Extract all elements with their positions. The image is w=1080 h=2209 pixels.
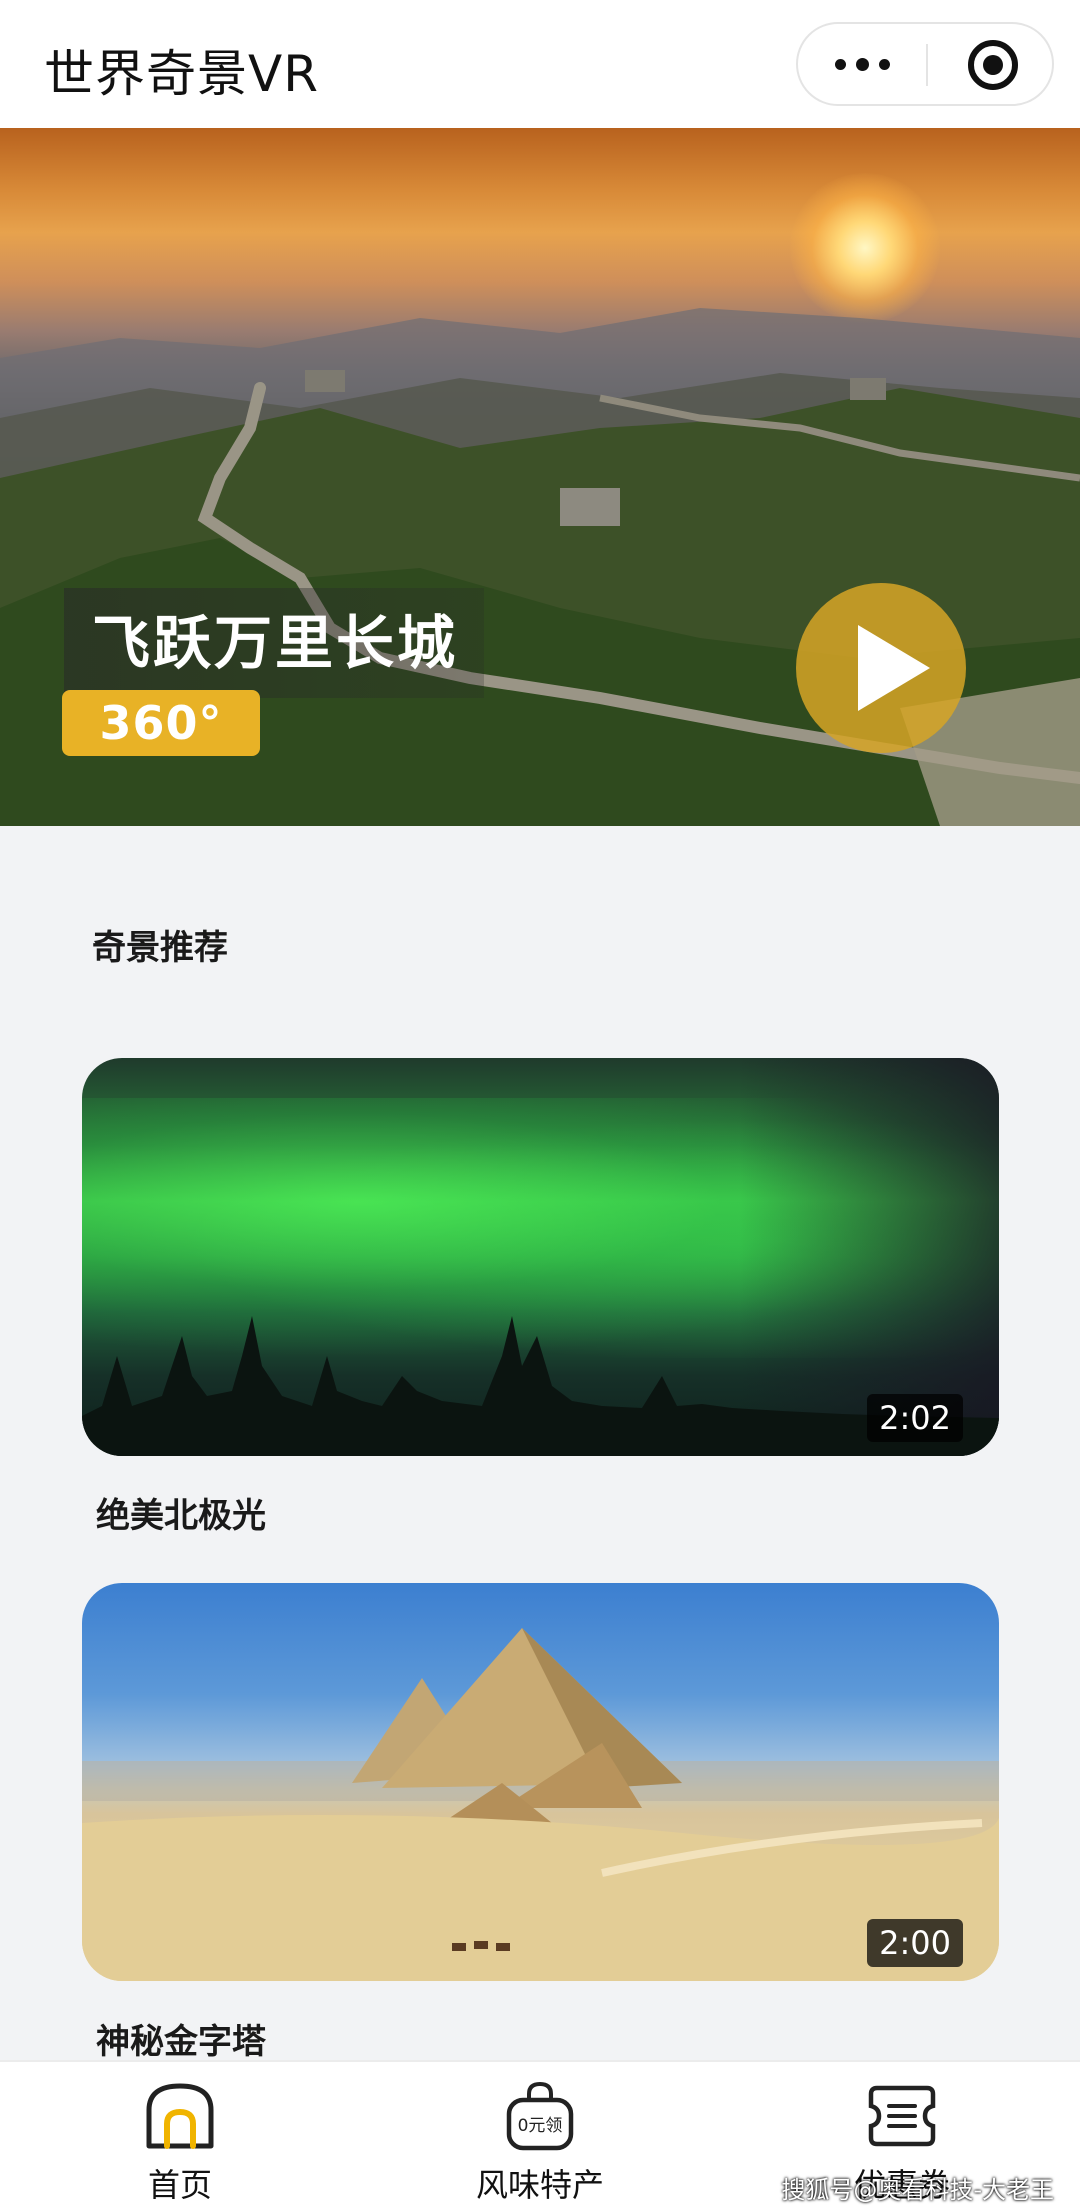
hero-banner[interactable]: 飞跃万里长城 360° [0, 128, 1080, 826]
video-card-aurora[interactable]: 2:02 [82, 1058, 999, 1456]
play-icon[interactable] [796, 583, 966, 753]
mini-program-capsule [796, 22, 1054, 106]
app-title: 世界奇景VR [44, 45, 319, 103]
duration-badge: 2:02 [867, 1394, 963, 1442]
home-icon [146, 2083, 214, 2149]
hero-title: 飞跃万里长城 [92, 609, 459, 677]
video-card-pyramid[interactable]: 2:00 [82, 1583, 999, 1981]
coupon-icon [868, 2085, 936, 2147]
duration-badge: 2:00 [867, 1919, 963, 1967]
bag-icon-text: 0元领 [518, 2116, 563, 2136]
nav-bar: 世界奇景VR [0, 0, 1080, 128]
pyramid-image [82, 1628, 999, 1981]
video-title[interactable]: 神秘金字塔 [96, 2014, 266, 2063]
shopping-bag-icon: 0元领 [506, 2081, 574, 2151]
target-circle-icon[interactable] [968, 40, 1018, 90]
badge-360: 360° [62, 690, 260, 756]
video-title[interactable]: 绝美北极光 [96, 1488, 266, 1537]
tab-home-label: 首页 [147, 2166, 212, 2204]
tree-silhouette [82, 1316, 999, 1456]
capsule-divider [926, 44, 928, 86]
section-title: 奇景推荐 [92, 928, 228, 968]
watermark-text: 搜狐号@奥看科技-大老王 [781, 2176, 1054, 2204]
tab-specialty-label: 风味特产 [475, 2166, 604, 2204]
more-dots-icon[interactable] [798, 24, 926, 104]
tab-home[interactable]: 首页 [60, 2062, 300, 2209]
tab-specialty[interactable]: 0元领 风味特产 [420, 2062, 660, 2209]
